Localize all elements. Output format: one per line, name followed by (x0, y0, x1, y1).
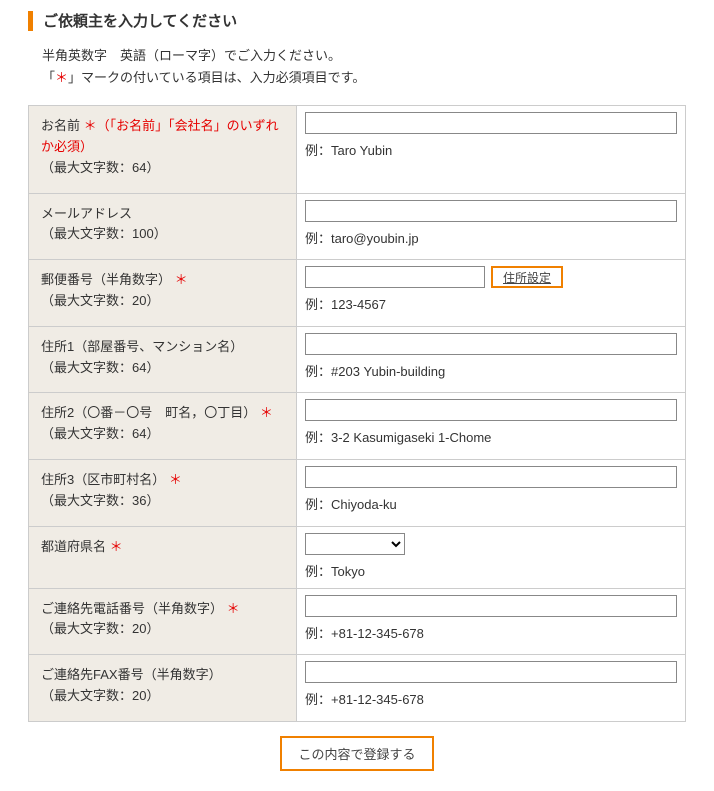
row-addr1: 住所1（部屋番号、マンション名） （最大文字数：64） 例：#203 Yubin… (29, 326, 686, 393)
fax-sub: （最大文字数：20） (41, 686, 284, 707)
name-sub: （最大文字数：64） (41, 158, 284, 179)
addr3-example: 例：Chiyoda-ku (305, 494, 677, 513)
fax-example: 例：+81-12-345-678 (305, 689, 677, 708)
intro-line1: 半角英数字 英語（ローマ字）でご入力ください。 (42, 45, 686, 67)
addr1-sub: （最大文字数：64） (41, 358, 284, 379)
postal-example: 例：123-4567 (305, 294, 677, 313)
row-addr3: 住所3（区市町村名） ＊ （最大文字数：36） 例：Chiyoda-ku (29, 459, 686, 526)
row-fax: ご連絡先FAX番号（半角数字） （最大文字数：20） 例：+81-12-345-… (29, 655, 686, 722)
pref-example: 例：Tokyo (305, 561, 677, 580)
row-prefecture: 都道府県名 ＊ 例：Tokyo (29, 526, 686, 588)
addr2-input[interactable] (305, 399, 677, 421)
required-mark: ＊ (175, 272, 188, 287)
postal-label: 郵便番号（半角数字） (41, 272, 175, 287)
row-addr2: 住所2（〇番－〇号 町名，〇丁目） ＊ （最大文字数：64） 例：3-2 Kas… (29, 393, 686, 460)
fax-input[interactable] (305, 661, 677, 683)
email-example: 例：taro@youbin.jp (305, 228, 677, 247)
postal-sub: （最大文字数：20） (41, 291, 284, 312)
required-mark: ＊ (84, 118, 97, 133)
row-name: お名前 ＊（「お名前」「会社名」のいずれか必須） （最大文字数：64） 例：Ta… (29, 106, 686, 193)
addr2-label: 住所2（〇番－〇号 町名，〇丁目） (41, 405, 260, 420)
addr1-example: 例：#203 Yubin-building (305, 361, 677, 380)
address-lookup-button[interactable]: 住所設定 (491, 266, 563, 288)
row-postal: 郵便番号（半角数字） ＊ （最大文字数：20） 住所設定 例：123-4567 (29, 260, 686, 327)
phone-label: ご連絡先電話番号（半角数字） (41, 601, 227, 616)
addr2-example: 例：3-2 Kasumigaseki 1-Chome (305, 427, 677, 446)
addr3-label: 住所3（区市町村名） (41, 472, 169, 487)
pref-label: 都道府県名 (41, 539, 110, 554)
addr2-sub: （最大文字数：64） (41, 424, 284, 445)
required-mark: ＊ (169, 472, 182, 487)
email-input[interactable] (305, 200, 677, 222)
addr1-input[interactable] (305, 333, 677, 355)
row-email: メールアドレス （最大文字数：100） 例：taro@youbin.jp (29, 193, 686, 260)
email-label: メールアドレス (41, 204, 284, 225)
phone-example: 例：+81-12-345-678 (305, 623, 677, 642)
name-input[interactable] (305, 112, 677, 134)
required-mark: ＊ (110, 539, 123, 554)
intro-line2: 「＊」マークの付いている項目は、入力必須項目です。 (42, 67, 686, 89)
email-sub: （最大文字数：100） (41, 224, 284, 245)
addr3-sub: （最大文字数：36） (41, 491, 284, 512)
section-title: ご依頼主を入力してください (28, 10, 686, 31)
section-title-text: ご依頼主を入力してください (43, 10, 237, 31)
name-example: 例：Taro Yubin (305, 140, 677, 159)
intro-text: 半角英数字 英語（ローマ字）でご入力ください。 「＊」マークの付いている項目は、… (42, 45, 686, 89)
addr1-label: 住所1（部屋番号、マンション名） (41, 337, 284, 358)
phone-input[interactable] (305, 595, 677, 617)
phone-sub: （最大文字数：20） (41, 619, 284, 640)
submit-button[interactable]: この内容で登録する (280, 736, 433, 771)
addr3-input[interactable] (305, 466, 677, 488)
required-mark: ＊ (227, 601, 240, 616)
fax-label: ご連絡先FAX番号（半角数字） (41, 665, 284, 686)
postal-input[interactable] (305, 266, 485, 288)
intro-asterisk: ＊ (55, 70, 68, 85)
row-phone: ご連絡先電話番号（半角数字） ＊ （最大文字数：20） 例：+81-12-345… (29, 588, 686, 655)
title-accent-bar (28, 11, 33, 31)
sender-form-table: お名前 ＊（「お名前」「会社名」のいずれか必須） （最大文字数：64） 例：Ta… (28, 105, 686, 722)
name-label: お名前 (41, 118, 84, 133)
prefecture-select[interactable] (305, 533, 405, 555)
required-mark: ＊ (260, 405, 273, 420)
